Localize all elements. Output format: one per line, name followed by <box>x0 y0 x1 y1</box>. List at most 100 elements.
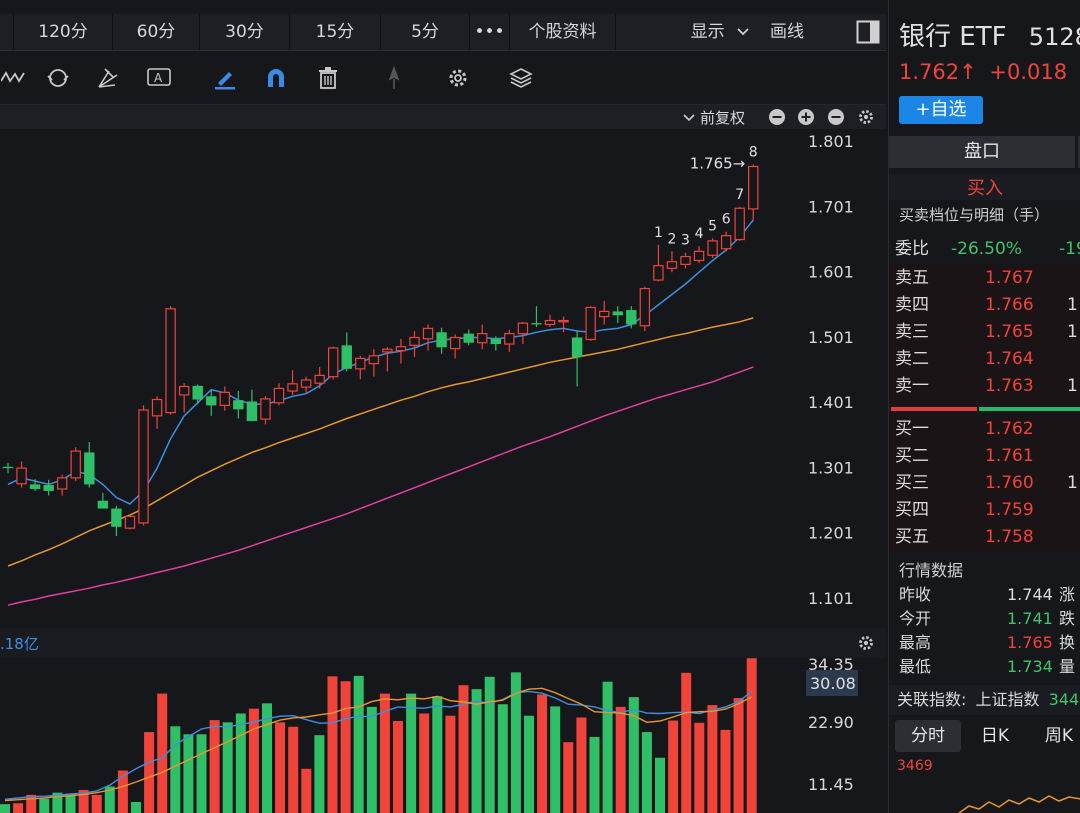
count-annotation: 2 <box>667 231 676 247</box>
market-value: 1.744 <box>1007 585 1053 604</box>
ask-row[interactable]: 卖五 1.767 <box>889 265 1080 292</box>
ask-row[interactable]: 卖一 1.763 1 <box>889 373 1080 400</box>
ask-row[interactable]: 卖二 1.764 <box>889 346 1080 373</box>
zoom-out-icon[interactable] <box>827 108 845 126</box>
trash-icon[interactable] <box>314 64 342 92</box>
volume-bar <box>733 698 744 813</box>
volume-amount-label: .18亿 <box>0 635 39 653</box>
magnet-icon[interactable] <box>262 64 290 92</box>
volume-bar <box>314 735 325 813</box>
weibi-value: -26.50% <box>951 239 1022 259</box>
more-tabs-button[interactable]: ••• <box>470 14 510 50</box>
ask-strength-bar <box>891 407 977 411</box>
related-index-row[interactable]: 关联指数: 上证指数 344 <box>889 685 1080 715</box>
volume-bar <box>209 720 220 813</box>
candle <box>558 316 569 333</box>
add-watchlist-button[interactable]: +自选 <box>899 96 983 124</box>
quote-panel: 银行 ETF 5128 1.762↑ +0.018 + +自选 盘口 买入 买卖… <box>888 0 1080 813</box>
ask-row[interactable]: 卖三 1.765 1 <box>889 319 1080 346</box>
pin-icon[interactable] <box>380 64 408 92</box>
bid-row[interactable]: 买二 1.761 <box>889 443 1080 470</box>
market-label: 今开 <box>899 609 932 628</box>
mini-chart-value: 3469 <box>897 758 933 774</box>
mini-intraday-chart[interactable] <box>889 776 1080 813</box>
volume-bar <box>13 803 24 813</box>
tab-5min[interactable]: 5分 <box>381 14 470 50</box>
wave-icon[interactable] <box>0 64 28 92</box>
volume-bar <box>641 732 652 813</box>
gear-icon[interactable] <box>444 64 472 92</box>
bid-row[interactable]: 买四 1.759 <box>889 497 1080 524</box>
candle-body <box>43 485 54 491</box>
candle <box>111 505 122 536</box>
candle-body <box>436 332 447 348</box>
refresh-icon[interactable] <box>44 64 72 92</box>
tab-stock-info[interactable]: 个股资料 <box>510 14 616 50</box>
volume-bar <box>681 672 692 813</box>
volume-bar <box>576 717 587 813</box>
market-row: 最低 1.734 量 <box>889 655 1080 679</box>
candle-body <box>124 515 136 529</box>
candle-body <box>544 319 556 326</box>
gear-icon[interactable] <box>857 634 875 652</box>
stock-title: 银行 ETF 5128 <box>899 16 1080 53</box>
bid-row[interactable]: 买五 1.758 <box>889 524 1080 551</box>
candle-body <box>219 391 230 407</box>
volume-bar <box>563 742 574 813</box>
bid-row[interactable]: 买三 1.760 1 <box>889 470 1080 497</box>
ask-label: 卖四 <box>895 295 929 315</box>
candle <box>43 479 54 496</box>
tab-120min[interactable]: 120分 <box>14 14 113 50</box>
chart-header-bar: 前复权 <box>0 105 886 129</box>
candle <box>233 391 244 419</box>
panel-toggle-button[interactable] <box>850 14 886 50</box>
ma-line <box>7 366 754 606</box>
candle-body <box>517 322 529 335</box>
kline-price-chart[interactable]: 1.801 1.701 1.601 1.501 1.401 1.301 1.201 1.101… <box>0 130 886 627</box>
collapse-icon[interactable] <box>768 108 786 126</box>
volume-chart[interactable]: 34.3522.9011.4530.08 <box>0 658 886 813</box>
candle <box>2 462 14 474</box>
count-annotation: 6 <box>722 212 731 228</box>
adjust-selector[interactable]: 前复权 <box>682 107 745 128</box>
y-tick-label: 1.601 <box>808 263 854 282</box>
tab-daily-k[interactable]: 日K <box>967 720 1023 752</box>
adjust-label: 前复权 <box>700 109 746 127</box>
market-tail: 量 <box>1059 657 1076 676</box>
candle <box>328 346 339 380</box>
candle <box>422 324 434 351</box>
weibi-row: 委比 -26.50% -19 <box>889 236 1080 263</box>
layers-icon[interactable] <box>507 64 535 92</box>
bid-label: 买四 <box>895 500 929 520</box>
volume-bar <box>471 689 482 813</box>
candle <box>138 405 149 526</box>
tab-pankou[interactable]: 盘口 <box>889 136 1078 168</box>
ask-price: 1.765 <box>985 322 1034 342</box>
candle-body <box>422 327 434 340</box>
text-icon[interactable]: A <box>146 64 174 92</box>
tab-divider <box>0 14 14 50</box>
bid-row[interactable]: 买一 1.762 <box>889 416 1080 443</box>
draw-line-button[interactable]: 画线 <box>760 14 850 50</box>
pen-icon[interactable] <box>211 64 239 92</box>
tab-30min[interactable]: 30分 <box>200 14 290 50</box>
high-price-annotation: 1.765→ <box>690 155 746 173</box>
volume-bar <box>432 696 443 813</box>
fork-icon[interactable] <box>94 64 122 92</box>
zoom-in-icon[interactable] <box>797 108 815 126</box>
candle <box>165 306 176 415</box>
candle-body <box>720 235 732 250</box>
gear-icon[interactable] <box>857 108 875 126</box>
market-row: 今开 1.741 跌 <box>889 607 1080 631</box>
index-value: 344 <box>1048 690 1080 709</box>
ask-row[interactable]: 卖四 1.766 1 <box>889 292 1080 319</box>
tab-intraday[interactable]: 分时 <box>895 720 961 752</box>
tab-15min[interactable]: 15分 <box>290 14 381 50</box>
buy-label[interactable]: 买入 <box>889 174 1080 200</box>
period-tab-bar: 120分 60分 30分 15分 5分 ••• 个股资料 显示 画线 <box>0 14 886 51</box>
candle-body <box>355 357 366 370</box>
tab-60min[interactable]: 60分 <box>113 14 200 50</box>
display-menu[interactable]: 显示 <box>681 14 760 50</box>
tab-weekly-k[interactable]: 周K <box>1031 720 1080 752</box>
market-label: 昨收 <box>899 585 932 604</box>
